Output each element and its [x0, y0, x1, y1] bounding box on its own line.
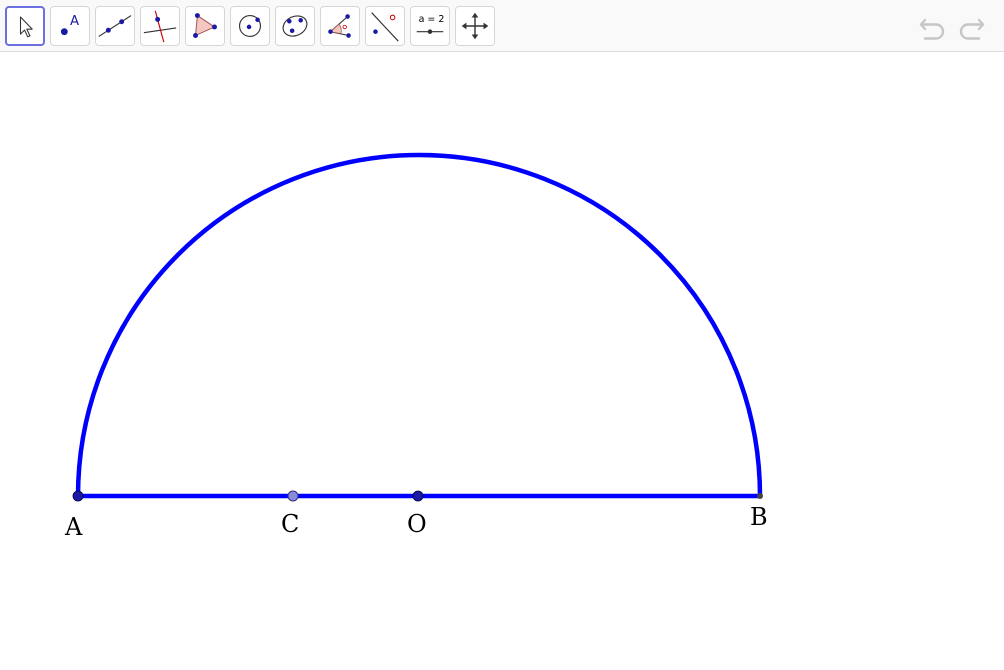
- graphics-view[interactable]: A C O B: [0, 53, 1004, 670]
- point-o-label: O: [407, 510, 427, 538]
- polygon-icon: [193, 13, 217, 38]
- slider-icon: a = 2: [416, 14, 445, 34]
- point-icon: A: [60, 14, 79, 36]
- tool-angle[interactable]: [320, 6, 360, 46]
- geogebra-app: A a = 2 A C O B: [0, 0, 1004, 670]
- circle-center-point-icon: [238, 14, 262, 38]
- point-c-label: C: [281, 510, 299, 538]
- tool-ellipse[interactable]: [275, 6, 315, 46]
- point-b-label: B: [750, 503, 768, 531]
- line-icon: [98, 15, 132, 37]
- move-arrow-icon: [19, 16, 33, 38]
- construction-drawing: A C O B: [64, 152, 768, 541]
- reflect-icon: [371, 12, 399, 42]
- tool-polygon[interactable]: [185, 6, 225, 46]
- redo-icon: [959, 18, 985, 40]
- slider-tool-label: a = 2: [419, 14, 445, 25]
- angle-icon: [328, 14, 351, 38]
- semicircle-arc[interactable]: [75, 152, 763, 497]
- ellipse-icon: [282, 15, 308, 37]
- move-graphics-view-icon: [461, 12, 489, 40]
- point-a-label: A: [64, 513, 83, 541]
- point-tool-label: A: [70, 14, 79, 29]
- tool-perpendicular[interactable]: [140, 6, 180, 46]
- perpendicular-line-icon: [143, 10, 177, 43]
- undo-button[interactable]: [917, 12, 949, 42]
- toolbar: A a = 2: [0, 0, 1004, 52]
- tool-line[interactable]: [95, 6, 135, 46]
- tool-circle[interactable]: [230, 6, 270, 46]
- tool-slider[interactable]: a = 2: [410, 6, 450, 46]
- tool-move-graphics[interactable]: [455, 6, 495, 46]
- redo-button[interactable]: [955, 12, 987, 42]
- point-a[interactable]: [72, 490, 84, 502]
- tool-reflect[interactable]: [365, 6, 405, 46]
- undo-icon: [919, 18, 945, 40]
- point-c[interactable]: [287, 490, 299, 502]
- tool-point[interactable]: A: [50, 6, 90, 46]
- point-o[interactable]: [412, 490, 424, 502]
- tool-move[interactable]: [5, 6, 45, 46]
- point-b[interactable]: [757, 493, 763, 499]
